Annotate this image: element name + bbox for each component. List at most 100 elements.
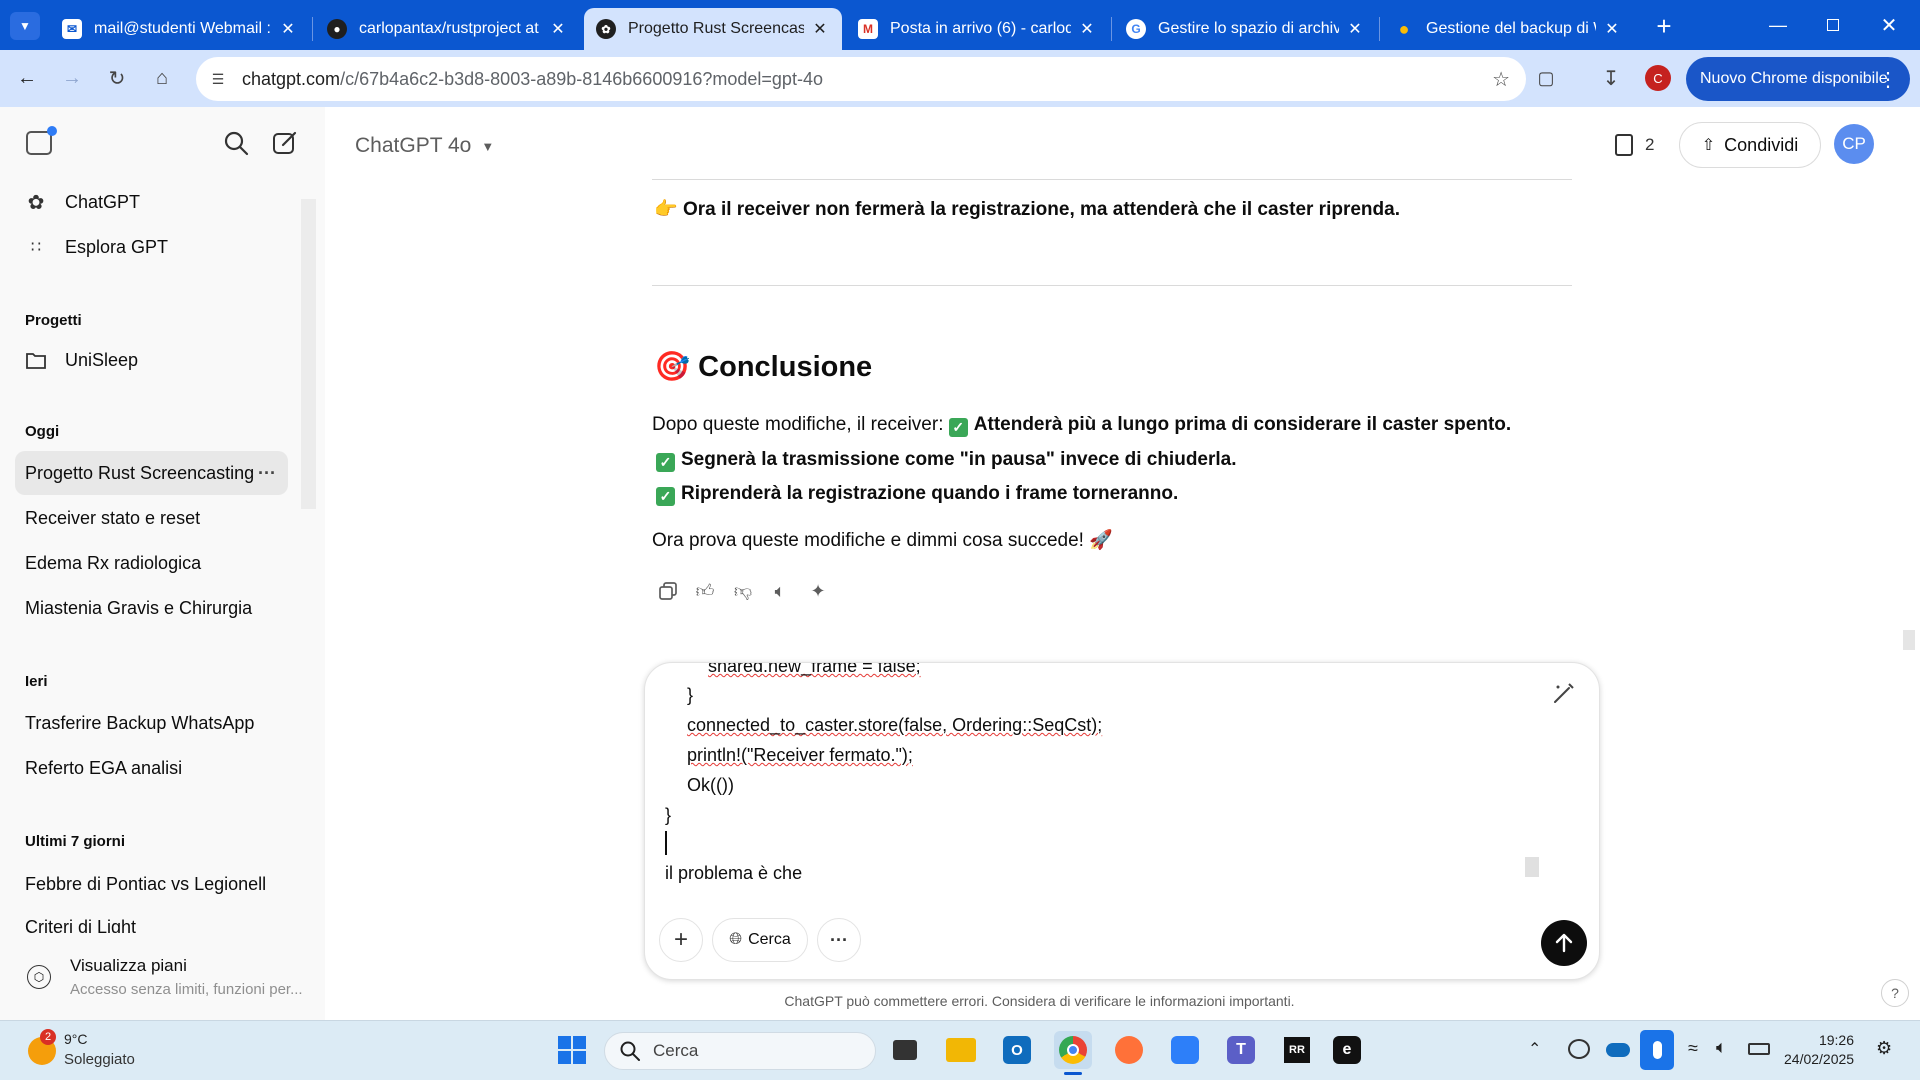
sidebar-item-chatgpt[interactable]: ✿ ChatGPT bbox=[15, 180, 288, 224]
composer-line: Ok(()) bbox=[687, 775, 734, 795]
user-avatar[interactable]: CP bbox=[1834, 124, 1874, 164]
help-button[interactable]: ? bbox=[1881, 979, 1909, 1007]
sidebar-toggle-icon[interactable] bbox=[26, 126, 57, 155]
restore-button[interactable] bbox=[1810, 10, 1856, 40]
close-icon[interactable]: ✕ bbox=[1345, 19, 1365, 39]
clock[interactable]: 19:26 24/02/2025 bbox=[1784, 1031, 1854, 1069]
share-button[interactable]: ⇧ Condividi bbox=[1679, 122, 1821, 168]
minimize-button[interactable]: — bbox=[1755, 10, 1801, 40]
onedrive-icon[interactable] bbox=[1606, 1043, 1630, 1057]
windows-taskbar: 2 9°C Soleggiato Cerca O T RR e ⌃ ≈ 🔈︎ 1… bbox=[0, 1020, 1920, 1080]
close-icon[interactable]: ✕ bbox=[810, 19, 830, 39]
browser-tab[interactable]: ● Gestione del backup di Wh ✕ bbox=[1382, 8, 1634, 50]
disclaimer: ChatGPT può commettere errori. Considera… bbox=[784, 993, 1295, 1009]
notifications-icon[interactable]: ⚙ bbox=[1876, 1038, 1892, 1059]
m365-icon[interactable] bbox=[1166, 1031, 1204, 1069]
forward-button[interactable]: → bbox=[56, 62, 88, 94]
back-button[interactable]: ← bbox=[11, 62, 43, 94]
kebab-menu-icon[interactable]: ⋮ bbox=[1878, 67, 1898, 92]
browser-tab[interactable]: M Posta in arrivo (6) - carlodi ✕ bbox=[846, 8, 1109, 50]
profile-avatar[interactable]: C bbox=[1645, 65, 1671, 91]
firefox-icon[interactable] bbox=[1110, 1031, 1148, 1069]
divider bbox=[652, 285, 1572, 286]
chat-item[interactable]: Trasferire Backup WhatsApp bbox=[15, 701, 288, 745]
volume-icon[interactable]: 🔈︎ bbox=[1716, 1037, 1727, 1058]
wifi-icon[interactable]: ≈ bbox=[1688, 1038, 1698, 1059]
home-button[interactable]: ⌂ bbox=[146, 62, 178, 94]
sidebar-item-project[interactable]: UniSleep bbox=[15, 338, 288, 382]
composer-scrollbar[interactable] bbox=[1525, 857, 1539, 877]
sidebar-scrollbar[interactable] bbox=[301, 199, 316, 509]
more-tools-button[interactable]: ··· bbox=[817, 918, 861, 962]
check-icon: ✓ bbox=[656, 453, 675, 472]
sidebar-item-label: ChatGPT bbox=[65, 191, 141, 212]
start-button[interactable] bbox=[553, 1031, 591, 1069]
microphone-icon[interactable] bbox=[1640, 1030, 1674, 1070]
rustrover-icon[interactable]: RR bbox=[1278, 1031, 1316, 1069]
tray-overflow-icon[interactable]: ⌃ bbox=[1528, 1039, 1541, 1059]
thumbs-up-icon[interactable]: 👍︎ bbox=[691, 577, 719, 605]
new-chat-icon[interactable] bbox=[271, 129, 299, 157]
edge-app-icon[interactable]: e bbox=[1328, 1031, 1366, 1069]
file-explorer-icon[interactable] bbox=[942, 1031, 980, 1069]
close-window-button[interactable]: ✕ bbox=[1866, 10, 1912, 40]
more-options-icon[interactable]: ··· bbox=[258, 463, 276, 484]
taskbar-search[interactable]: Cerca bbox=[604, 1032, 876, 1070]
arrow-up-icon bbox=[1555, 933, 1573, 953]
browser-tab[interactable]: G Gestire lo spazio di archivia ✕ bbox=[1114, 8, 1377, 50]
chat-item[interactable]: Edema Rx radiologica bbox=[15, 541, 288, 585]
new-tab-button[interactable]: + bbox=[1650, 11, 1678, 41]
read-aloud-icon[interactable]: 🔈︎ bbox=[766, 577, 794, 605]
restore-icon bbox=[1827, 19, 1839, 31]
chat-item[interactable]: Receiver stato e reset bbox=[15, 496, 288, 540]
chat-item-label: Criteri di Light bbox=[25, 917, 137, 933]
teams-icon[interactable]: T bbox=[1222, 1031, 1260, 1069]
close-icon[interactable]: ✕ bbox=[1602, 19, 1622, 39]
close-icon[interactable]: ✕ bbox=[278, 19, 298, 39]
search-toggle-button[interactable]: 🌐︎ Cerca bbox=[712, 918, 808, 962]
reload-button[interactable]: ↻ bbox=[101, 62, 133, 94]
site-info-icon[interactable]: ☰ bbox=[208, 69, 228, 89]
attach-button[interactable]: + bbox=[659, 918, 703, 962]
network-status-icon[interactable] bbox=[1568, 1039, 1590, 1059]
edit-wand-icon[interactable]: ✦ bbox=[804, 577, 832, 605]
browser-tab-strip: ▼ ✉ mail@studenti Webmail :: I ✕ ● carlo… bbox=[0, 0, 1920, 50]
chat-item-active[interactable]: Progetto Rust Screencasting ··· bbox=[15, 451, 288, 495]
chrome-update-button[interactable]: Nuovo Chrome disponibile ⋮ bbox=[1686, 57, 1910, 101]
weather-widget[interactable]: 2 9°C Soleggiato bbox=[22, 1029, 172, 1073]
chat-item[interactable]: Referto EGA analisi bbox=[15, 746, 288, 790]
browser-tab[interactable]: ✉ mail@studenti Webmail :: I ✕ bbox=[50, 8, 310, 50]
notes-button[interactable]: 2 bbox=[1615, 129, 1654, 161]
task-view-icon[interactable] bbox=[886, 1031, 924, 1069]
outlook-icon[interactable]: O bbox=[998, 1031, 1036, 1069]
extensions-icon[interactable]: ▢ bbox=[1530, 62, 1562, 94]
close-icon[interactable]: ✕ bbox=[548, 19, 568, 39]
thumbs-down-icon[interactable]: 👎︎ bbox=[729, 577, 757, 605]
chat-item-clipped[interactable]: Criteri di Light bbox=[15, 907, 288, 933]
search-icon[interactable] bbox=[222, 129, 250, 157]
chat-item[interactable]: Miastenia Gravis e Chirurgia bbox=[15, 586, 288, 630]
folder-icon bbox=[25, 349, 47, 371]
address-bar[interactable]: ☰ chatgpt.com/c/67b4a6c2-b3d8-8003-a89b-… bbox=[196, 57, 1526, 101]
chat-item[interactable]: Febbre di Pontiac vs Legionell bbox=[15, 862, 288, 906]
composer-line: println!("Receiver fermato."); bbox=[687, 745, 913, 765]
today-heading: Oggi bbox=[25, 423, 60, 440]
download-icon[interactable]: ↧ bbox=[1595, 62, 1627, 94]
active-app-indicator bbox=[1064, 1072, 1082, 1075]
conclusion-item: ✓ Segnerà la trasmissione come "in pausa"… bbox=[656, 449, 1237, 472]
composer-edit-icon[interactable] bbox=[1550, 681, 1576, 707]
grid-icon: ∷ bbox=[30, 239, 42, 256]
bookmark-star-icon[interactable]: ☆ bbox=[1492, 67, 1510, 92]
chrome-icon[interactable] bbox=[1054, 1031, 1092, 1069]
page-scroll-thumb[interactable] bbox=[1903, 630, 1915, 650]
browser-tab[interactable]: ● carlopantax/rustproject at ✕ bbox=[315, 8, 580, 50]
sidebar-item-explore-gpts[interactable]: ∷ Esplora GPT bbox=[15, 225, 288, 269]
model-selector[interactable]: ChatGPT 4o ▼ bbox=[355, 131, 494, 161]
battery-icon[interactable] bbox=[1748, 1043, 1770, 1055]
send-button[interactable] bbox=[1541, 920, 1587, 966]
browser-tab-active[interactable]: ✿ Progetto Rust Screencastin ✕ bbox=[584, 8, 842, 50]
tab-search-button[interactable]: ▼ bbox=[10, 12, 40, 40]
copy-icon[interactable] bbox=[654, 577, 682, 605]
close-icon[interactable]: ✕ bbox=[1077, 19, 1097, 39]
message-composer[interactable]: shared.new_frame = false; } connected_to… bbox=[644, 662, 1600, 980]
